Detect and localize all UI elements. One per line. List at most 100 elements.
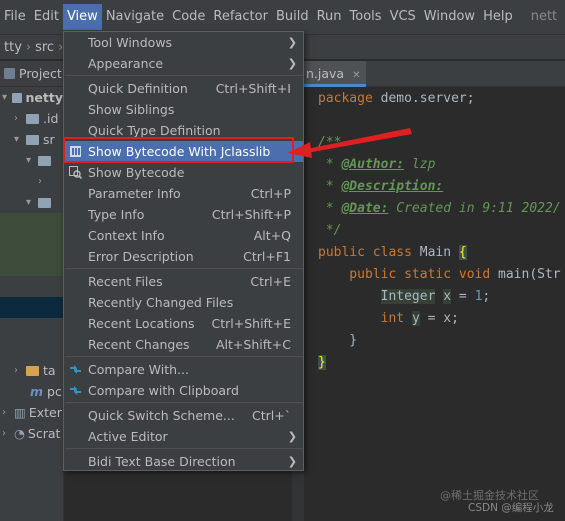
menu-item-compare-with[interactable]: Compare With... xyxy=(64,359,303,380)
project-panel-header[interactable]: Project xyxy=(0,61,63,87)
menu-item-quick-definition[interactable]: Quick Definition Ctrl+Shift+I xyxy=(64,78,303,99)
chevron-right-icon: ❯ xyxy=(287,430,297,443)
shortcut: Alt+Q xyxy=(253,228,291,243)
tree-row[interactable]: ▾ xyxy=(0,192,63,213)
tree-row-netty[interactable]: ▾ netty xyxy=(0,87,63,108)
tree-label: sr xyxy=(43,132,55,147)
tree-row-src[interactable]: ▾ sr xyxy=(0,129,63,150)
tree-label: netty xyxy=(25,90,63,105)
menu-item-label: Error Description xyxy=(88,249,194,264)
menu-tools[interactable]: Tools xyxy=(346,4,386,30)
menu-file[interactable]: File xyxy=(0,4,30,30)
menu-separator xyxy=(65,356,303,357)
tree-row[interactable] xyxy=(0,213,63,234)
tree-row-selected[interactable] xyxy=(0,297,63,318)
code-token: package xyxy=(318,91,373,106)
menu-item-tool-windows[interactable]: Tool Windows ❯ xyxy=(64,32,303,53)
code-token: 1 xyxy=(474,289,483,304)
code-token: public static void xyxy=(318,267,491,282)
menu-navigate[interactable]: Navigate xyxy=(102,4,168,30)
menu-window[interactable]: Window xyxy=(420,4,479,30)
menu-separator xyxy=(65,268,303,269)
tree-row[interactable] xyxy=(0,255,63,276)
chevron-down-icon[interactable]: ▾ xyxy=(26,197,36,208)
close-icon[interactable]: ✕ xyxy=(352,70,360,81)
tree-row-scratches[interactable]: › ◔ Scrat xyxy=(0,423,63,444)
menu-item-appearance[interactable]: Appearance ❯ xyxy=(64,53,303,74)
menu-refactor[interactable]: Refactor xyxy=(209,4,272,30)
chevron-down-icon[interactable]: ▾ xyxy=(26,155,36,166)
menu-view[interactable]: View xyxy=(62,4,102,30)
chevron-down-icon[interactable]: ▾ xyxy=(2,92,10,103)
menu-item-label: Active Editor xyxy=(88,429,168,444)
menu-item-error-description[interactable]: Error Description Ctrl+F1 xyxy=(64,246,303,267)
code-line: */ xyxy=(318,223,342,238)
chevron-right-icon[interactable]: › xyxy=(2,407,12,418)
menu-run[interactable]: Run xyxy=(313,4,346,30)
menu-item-recent-changes[interactable]: Recent Changes Alt+Shift+C xyxy=(64,334,303,355)
menu-item-bidi-text-base-direction[interactable]: Bidi Text Base Direction ❯ xyxy=(64,451,303,472)
tree-row[interactable] xyxy=(0,234,63,255)
chevron-right-icon[interactable]: › xyxy=(14,365,24,376)
menu-item-label: Parameter Info xyxy=(88,186,181,201)
menu-item-quick-switch-scheme[interactable]: Quick Switch Scheme... Ctrl+` xyxy=(64,405,303,426)
chevron-right-icon[interactable]: › xyxy=(2,428,12,439)
shortcut: Ctrl+Shift+P xyxy=(211,207,291,222)
chevron-down-icon[interactable]: ▾ xyxy=(14,134,24,145)
breadcrumb-project[interactable]: tty xyxy=(0,40,26,55)
chevron-right-icon[interactable]: › xyxy=(14,113,24,124)
shortcut: Ctrl+P xyxy=(250,186,291,201)
watermark-csdn: CSDN @编程小龙 xyxy=(468,502,554,514)
tree-row[interactable]: › xyxy=(0,171,63,192)
folder-icon xyxy=(26,134,39,145)
tree-row[interactable] xyxy=(0,339,63,360)
tree-row-target[interactable]: › ta xyxy=(0,360,63,381)
menu-item-active-editor[interactable]: Active Editor ❯ xyxy=(64,426,303,447)
menu-item-label: Quick Definition xyxy=(88,81,188,96)
library-icon: ▥ xyxy=(14,405,26,420)
menu-item-show-bytecode[interactable]: Show Bytecode xyxy=(64,162,303,183)
menu-item-label: Type Info xyxy=(88,207,145,222)
tree-row-pom[interactable]: m pc xyxy=(0,381,63,402)
menu-code[interactable]: Code xyxy=(168,4,209,30)
tree-row[interactable] xyxy=(0,318,63,339)
tree-row[interactable] xyxy=(0,276,63,297)
code-token: Created in 9:11 2022/ xyxy=(388,201,561,216)
code-token: @Date: xyxy=(341,201,389,216)
shortcut: Ctrl+Shift+I xyxy=(215,81,291,96)
menu-item-recent-files[interactable]: Recent Files Ctrl+E xyxy=(64,271,303,292)
code-token: @Description: xyxy=(341,179,444,194)
code-line: } xyxy=(318,352,565,374)
menu-item-label: Quick Switch Scheme... xyxy=(88,408,235,423)
highlight-box xyxy=(63,137,294,163)
menu-item-recently-changed-files[interactable]: Recently Changed Files xyxy=(64,292,303,313)
menu-item-show-siblings[interactable]: Show Siblings xyxy=(64,99,303,120)
breadcrumb-src[interactable]: src xyxy=(31,40,58,55)
code-line: int y = x; xyxy=(318,308,565,330)
menu-item-parameter-info[interactable]: Parameter Info Ctrl+P xyxy=(64,183,303,204)
tree-label: pc xyxy=(47,384,62,399)
menu-item-context-info[interactable]: Context Info Alt+Q xyxy=(64,225,303,246)
code-token: { xyxy=(458,245,467,260)
menu-item-label: Recent Locations xyxy=(88,316,195,331)
menu-help[interactable]: Help xyxy=(479,4,517,30)
menu-item-compare-with-clipboard[interactable]: Compare with Clipboard xyxy=(64,380,303,401)
menu-item-type-info[interactable]: Type Info Ctrl+Shift+P xyxy=(64,204,303,225)
menu-bar: File Edit View Navigate Code Refactor Bu… xyxy=(0,0,565,34)
chevron-right-icon: ❯ xyxy=(287,36,297,49)
chevron-right-icon[interactable]: › xyxy=(38,176,48,187)
menu-edit[interactable]: Edit xyxy=(30,4,63,30)
tree-row-external-libraries[interactable]: › ▥ Exter xyxy=(0,402,63,423)
tree-row[interactable]: ▾ xyxy=(0,150,63,171)
menu-build[interactable]: Build xyxy=(272,4,313,30)
shortcut: Ctrl+Shift+E xyxy=(211,316,292,331)
code-token: x xyxy=(443,289,452,304)
shortcut: Ctrl+` xyxy=(252,408,291,423)
code-token: = x; xyxy=(419,311,459,326)
code-line: } xyxy=(318,333,358,348)
tree-label: Scrat xyxy=(27,426,61,441)
code-line: * @Date: Created in 9:11 2022/ xyxy=(318,198,565,220)
menu-item-recent-locations[interactable]: Recent Locations Ctrl+Shift+E xyxy=(64,313,303,334)
menu-vcs[interactable]: VCS xyxy=(386,4,420,30)
tree-row-idea[interactable]: › .id xyxy=(0,108,63,129)
